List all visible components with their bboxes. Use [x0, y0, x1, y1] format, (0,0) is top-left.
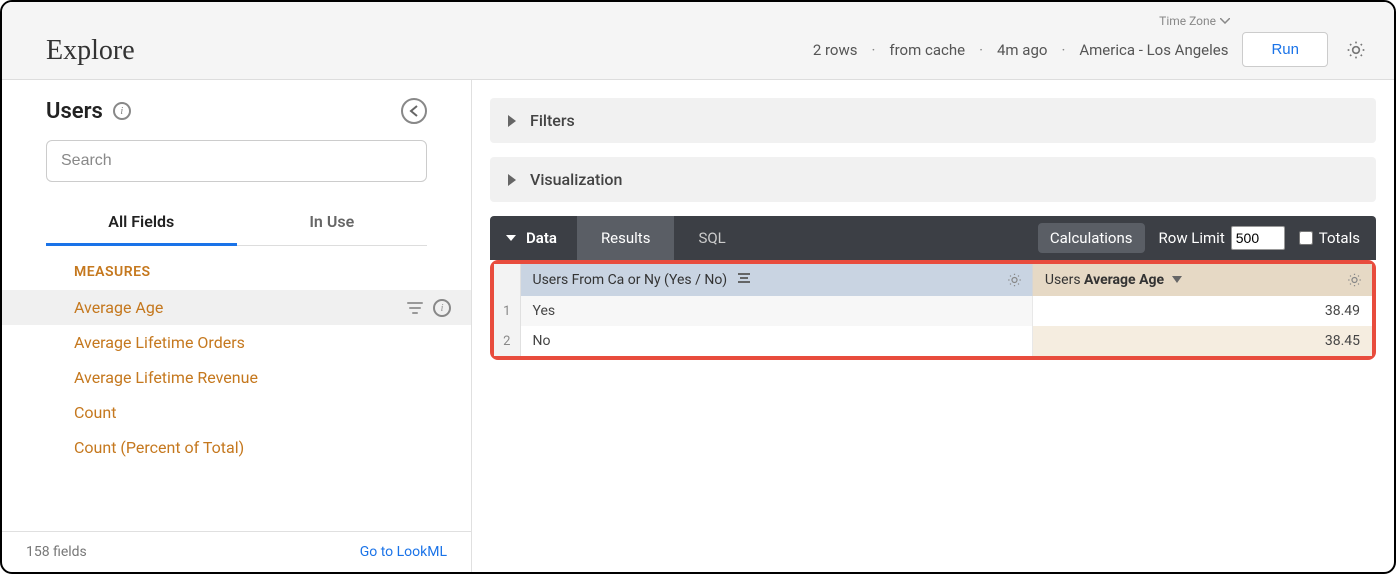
caret-down-icon [506, 235, 516, 241]
field-picker-sidebar: Users i All Fields In Use MEASURES Avera… [2, 80, 472, 572]
row-limit-label: Row Limit [1159, 229, 1225, 247]
fields-count: 158 fields [26, 544, 87, 560]
go-to-lookml-link[interactable]: Go to LookML [360, 544, 447, 560]
cell-measure[interactable]: 38.49 [1032, 296, 1372, 326]
calculations-button[interactable]: Calculations [1038, 223, 1145, 253]
field-average-lifetime-orders[interactable]: Average Lifetime Orders [2, 325, 471, 360]
data-table: Users From Ca or Ny (Yes / No) [494, 264, 1372, 356]
column-header-measure[interactable]: Users Average Age [1032, 264, 1372, 296]
status-rows: 2 rows [813, 41, 858, 59]
page-title: Explore [46, 35, 813, 67]
filters-section[interactable]: Filters [490, 98, 1376, 143]
visualization-section[interactable]: Visualization [490, 157, 1376, 202]
caret-right-icon [508, 115, 516, 127]
field-count-percent-of-total[interactable]: Count (Percent of Total) [2, 430, 471, 465]
data-bar: Data Results SQL Calculations Row Limit … [490, 216, 1376, 260]
cell-dimension[interactable]: No [520, 326, 1032, 356]
tab-in-use[interactable]: In Use [237, 200, 428, 246]
field-average-lifetime-revenue[interactable]: Average Lifetime Revenue [2, 360, 471, 395]
tab-results[interactable]: Results [577, 216, 675, 260]
totals-toggle[interactable]: Totals [1299, 229, 1360, 247]
table-row: 2 No 38.45 [494, 326, 1372, 356]
cell-dimension[interactable]: Yes [520, 296, 1032, 326]
column-header-dimension[interactable]: Users From Ca or Ny (Yes / No) [520, 264, 1032, 296]
column-gear-button[interactable] [1007, 273, 1022, 288]
view-name: Users i [46, 99, 131, 124]
search-input[interactable] [46, 140, 427, 182]
status-age: 4m ago [997, 41, 1047, 59]
totals-checkbox[interactable] [1299, 231, 1313, 245]
gear-icon [1346, 40, 1366, 60]
row-number: 1 [494, 296, 520, 326]
caret-right-icon [508, 174, 516, 186]
filter-icon[interactable] [407, 301, 423, 315]
tab-sql[interactable]: SQL [674, 216, 749, 260]
sort-desc-icon [1172, 276, 1182, 284]
run-button[interactable]: Run [1242, 32, 1328, 67]
timezone-selector[interactable]: Time Zone [1159, 14, 1230, 28]
field-average-age[interactable]: Average Age i [2, 290, 471, 325]
settings-button[interactable] [1342, 36, 1370, 64]
info-icon[interactable]: i [433, 299, 451, 317]
status-timezone: America - Los Angeles [1079, 41, 1228, 59]
tab-all-fields[interactable]: All Fields [46, 200, 237, 246]
collapse-sidebar-button[interactable] [401, 98, 427, 124]
header: Explore Time Zone 2 rows · from cache · … [2, 2, 1394, 80]
status-cache: from cache [889, 41, 965, 59]
chevron-left-icon [409, 105, 419, 117]
table-row: 1 Yes 38.49 [494, 296, 1372, 326]
row-number: 2 [494, 326, 520, 356]
chevron-down-icon [1220, 18, 1230, 24]
cell-measure[interactable]: 38.45 [1032, 326, 1372, 356]
field-count[interactable]: Count [2, 395, 471, 430]
info-icon[interactable]: i [113, 102, 131, 120]
data-section-toggle[interactable]: Data [506, 229, 577, 247]
row-limit-input[interactable] [1231, 226, 1285, 250]
measures-section-label: MEASURES [2, 264, 471, 290]
column-gear-button[interactable] [1347, 273, 1362, 288]
pivot-icon [737, 272, 751, 284]
main-content: Filters Visualization Data Results SQL C… [472, 80, 1394, 572]
data-table-highlight: Users From Ca or Ny (Yes / No) [490, 260, 1376, 360]
